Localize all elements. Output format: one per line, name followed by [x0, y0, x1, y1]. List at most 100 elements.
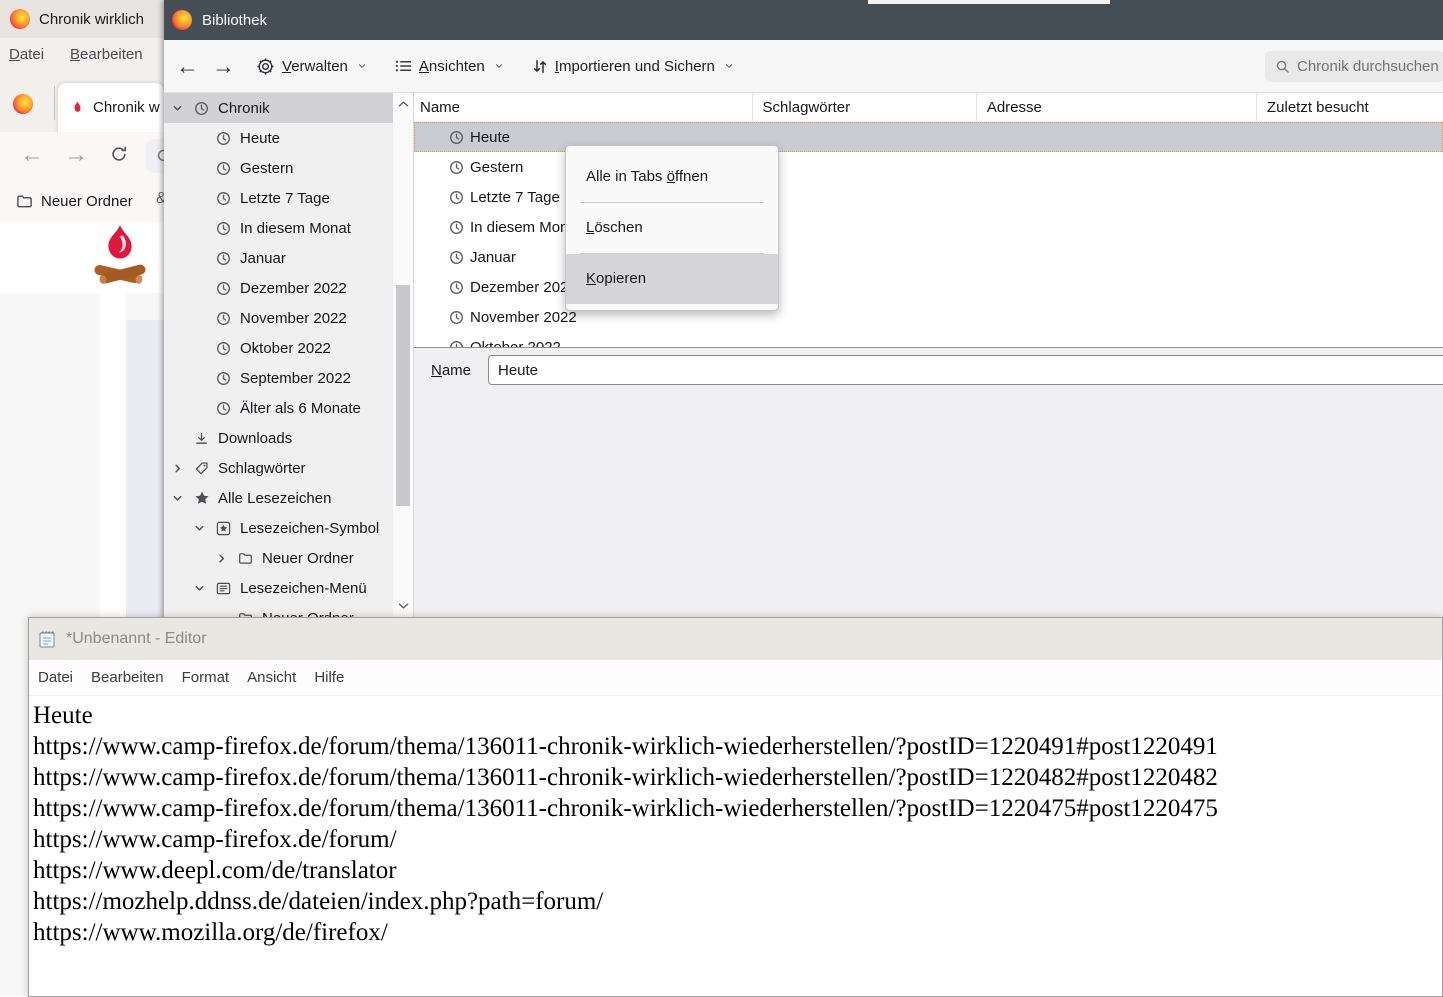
clock-icon [449, 280, 470, 295]
clock-icon [216, 251, 238, 266]
notepad-text-line: https://www.camp-firefox.de/forum/thema/… [33, 793, 1442, 824]
chevron-down-icon[interactable] [172, 493, 194, 504]
sidebar-item-label: Älter als 6 Monate [240, 400, 361, 417]
verwalten-button[interactable]: Verwalten [256, 57, 367, 76]
column-header-schlagwörter[interactable]: Schlagwörter [752, 93, 976, 121]
scrollbar-thumb[interactable] [396, 285, 410, 506]
back-arrow-icon[interactable]: ← [20, 139, 44, 171]
importieren-und-sichern-button[interactable]: Importieren und Sichern [532, 58, 734, 75]
clock-icon [449, 130, 470, 145]
forward-arrow-icon[interactable]: → [212, 53, 238, 79]
sidebar-item-lesezeichen-symbol[interactable]: Lesezeichen-Symbol [164, 513, 393, 543]
sidebar-item-gestern[interactable]: Gestern [164, 153, 393, 183]
chevron-right-icon[interactable] [172, 463, 194, 474]
chevron-down-icon[interactable] [172, 103, 194, 114]
menu-item-bearbeiten[interactable]: Bearbeiten [70, 46, 143, 63]
sidebar-item-label: In diesem Monat [240, 220, 351, 237]
sidebar-item-letzte-7-tage[interactable]: Letzte 7 Tage [164, 183, 393, 213]
ansichten-button[interactable]: Ansichten [395, 58, 504, 75]
bookmark-new-folder[interactable]: Neuer Ordner [41, 193, 133, 210]
sidebar-item-november-2022[interactable]: November 2022 [164, 303, 393, 333]
name-field-input[interactable] [488, 355, 1443, 385]
list-row-label: November 2022 [470, 309, 577, 326]
sidebar-item-lesezeichen-menü[interactable]: Lesezeichen-Menü [164, 573, 393, 603]
clock-icon [449, 220, 470, 235]
notepad-text-area[interactable]: Heutehttps://www.camp-firefox.de/forum/t… [29, 696, 1442, 948]
sidebar-item-älter-als-6-monate[interactable]: Älter als 6 Monate [164, 393, 393, 423]
scroll-up-icon[interactable] [396, 97, 410, 111]
column-header-zuletzt-besucht[interactable]: Zuletzt besucht [1256, 93, 1443, 121]
search-icon [1275, 59, 1290, 74]
menu-item-kopieren[interactable]: Kopieren [566, 254, 778, 304]
notepad-menu-format[interactable]: Format [173, 669, 239, 686]
sidebar-item-label: Neuer Ordner [262, 550, 354, 567]
forward-arrow-icon[interactable]: → [64, 139, 88, 171]
chevron-down-icon[interactable] [194, 523, 216, 534]
list-row-label: Gestern [470, 159, 523, 176]
folder-icon [238, 551, 260, 566]
sidebar-item-september-2022[interactable]: September 2022 [164, 363, 393, 393]
sidebar-item-label: Schlagwörter [218, 460, 306, 477]
sidebar-item-oktober-2022[interactable]: Oktober 2022 [164, 333, 393, 363]
background-menubar: Datei Bearbeiten [0, 38, 164, 70]
menu-item-öffnen[interactable]: Alle in Tabs öffnen [566, 152, 778, 202]
notepad-titlebar: *Unbenannt - Editor [29, 618, 1442, 660]
sidebar-item-schlagwörter[interactable]: Schlagwörter [164, 453, 393, 483]
clock-icon [216, 401, 238, 416]
reload-icon[interactable] [110, 145, 128, 163]
clock-icon [449, 190, 470, 205]
notepad-menu-hilfe[interactable]: Hilfe [305, 669, 353, 686]
clock-icon [216, 371, 238, 386]
notepad-text-line: https://www.camp-firefox.de/forum/thema/… [33, 731, 1442, 762]
tab-chronik[interactable]: Chronik w [58, 83, 164, 132]
sidebar-item-label: Chronik [218, 100, 270, 117]
chevron-down-icon [494, 61, 504, 71]
menu-item-datei[interactable]: Datei [9, 46, 44, 63]
clock-icon [216, 191, 238, 206]
column-header-adresse[interactable]: Adresse [976, 93, 1256, 121]
folder-icon [16, 193, 33, 210]
clock-icon [449, 310, 470, 325]
menu-item-löschen[interactable]: Löschen [566, 203, 778, 253]
sidebar-item-chronik[interactable]: Chronik [164, 93, 393, 123]
sidebar-item-heute[interactable]: Heute [164, 123, 393, 153]
clock-icon [216, 281, 238, 296]
import-export-icon [532, 58, 548, 75]
back-arrow-icon[interactable]: ← [176, 53, 202, 79]
sidebar-item-label: Letzte 7 Tage [240, 190, 330, 207]
tag-icon [194, 461, 216, 476]
sidebar-item-januar[interactable]: Januar [164, 243, 393, 273]
sidebar-item-alle-lesezeichen[interactable]: Alle Lesezeichen [164, 483, 393, 513]
notepad-menu-ansicht[interactable]: Ansicht [238, 669, 305, 686]
sidebar-item-neuer-ordner[interactable]: Neuer Ordner [164, 543, 393, 573]
notepad-menu-datei[interactable]: Datei [29, 669, 82, 686]
scroll-down-icon[interactable] [396, 599, 410, 613]
chevron-down-icon[interactable] [194, 583, 216, 594]
sidebar-item-dezember-2022[interactable]: Dezember 2022 [164, 273, 393, 303]
partial-bookmark-icon[interactable]: & [156, 190, 164, 208]
chevron-down-icon [724, 61, 734, 71]
sidebar-item-in-diesem-monat[interactable]: In diesem Monat [164, 213, 393, 243]
notepad-window: *Unbenannt - Editor DateiBearbeitenForma… [28, 617, 1443, 997]
library-titlebar: Bibliothek [164, 0, 1443, 40]
search-placeholder: Chronik durchsuchen [1297, 58, 1439, 75]
notepad-text-line: https://mozhelp.ddnss.de/dateien/index.p… [33, 886, 1442, 917]
url-bar[interactable] [146, 139, 164, 173]
search-input[interactable]: Chronik durchsuchen [1265, 51, 1443, 82]
clock-icon [216, 131, 238, 146]
sidebar-item-label: Oktober 2022 [240, 340, 331, 357]
library-toolbar: ← → Verwalten Ansichten Importi [164, 40, 1443, 93]
sidebar-item-downloads[interactable]: Downloads [164, 423, 393, 453]
notepad-menu-bearbeiten[interactable]: Bearbeiten [82, 669, 173, 686]
background-page-content [0, 222, 164, 293]
clock-icon [449, 250, 470, 265]
list-column-headers: NameSchlagwörterAdresseZuletzt besucht [414, 93, 1443, 122]
list-view-icon [395, 59, 412, 73]
chevron-right-icon[interactable] [216, 553, 238, 564]
list-row-label: Januar [470, 249, 516, 266]
sidebar-item-label: September 2022 [240, 370, 351, 387]
list-box-icon [216, 581, 238, 596]
firefox-icon[interactable] [13, 94, 33, 114]
notepad-text-line: https://www.deepl.com/de/translator [33, 855, 1442, 886]
column-header-name[interactable]: Name [414, 93, 752, 121]
